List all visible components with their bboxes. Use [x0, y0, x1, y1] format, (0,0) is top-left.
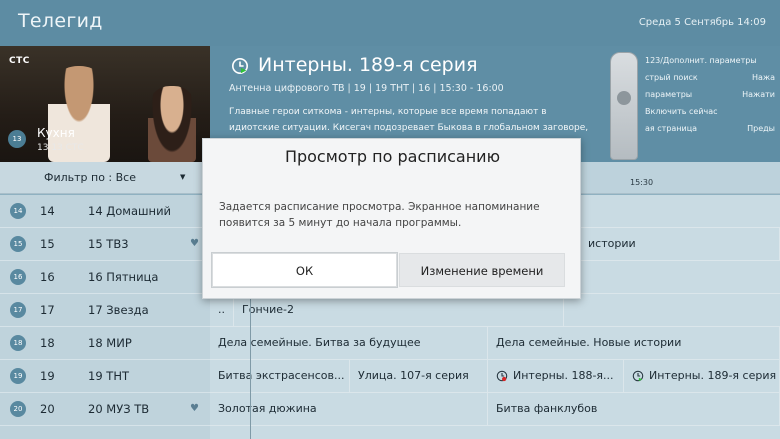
remote-control-icon	[610, 52, 638, 160]
channel-number: 18	[40, 336, 55, 350]
program-title: Интерны. 189-я серия	[649, 369, 777, 382]
program-subtitle: Антенна цифрового ТВ | 19 | 19 ТНТ | 16 …	[229, 83, 504, 94]
channel-name: 17 Звезда	[88, 303, 149, 317]
channel-number: 20	[40, 402, 55, 416]
preview-channel-info: 13 13 СТС	[37, 143, 84, 153]
channel-row[interactable]: 14 14 14 Домашний	[0, 195, 210, 228]
program-cell[interactable]: Золотая дюжина	[210, 393, 488, 425]
program-cell[interactable]: истории	[580, 228, 780, 260]
live-preview[interactable]: СТС 13 Кухня 13 13 СТС	[0, 46, 210, 162]
schedule-clock-icon	[632, 370, 644, 382]
channel-name: 18 МИР	[88, 336, 132, 350]
date-time: Среда 5 Сентябрь 14:09	[638, 17, 766, 28]
program-cell[interactable]: Улица. 107-я серия	[350, 360, 488, 392]
program-description: Главные герои ситкома - интерны, которые…	[229, 107, 589, 133]
channel-badge: 20	[10, 401, 26, 417]
channel-row[interactable]: 20 20 20 МУЗ ТВ ♥	[0, 393, 210, 426]
channel-number: 15	[40, 237, 55, 251]
program-cell[interactable]: Интерны. 189-я серия	[624, 360, 780, 392]
channel-number: 16	[40, 270, 55, 284]
channel-badge: 16	[10, 269, 26, 285]
app-title: Телегид	[18, 10, 103, 32]
dialog-title: Просмотр по расписанию	[284, 147, 501, 166]
schedule-clock-icon	[231, 57, 249, 75]
change-time-button[interactable]: Изменение времени	[399, 253, 565, 287]
remote-hint-row: стрый поиск Нажа	[645, 73, 775, 90]
top-bar: Телегид Среда 5 Сентябрь 14:09	[0, 0, 780, 46]
program-cell[interactable]: Интерны. 188-я...	[488, 360, 624, 392]
favorite-heart-icon: ♥	[190, 238, 199, 249]
channel-row[interactable]: 19 19 19 ТНТ	[0, 360, 210, 393]
channel-row[interactable]: 15 15 15 ТВ3 ♥	[0, 228, 210, 261]
channel-name: 20 МУЗ ТВ	[88, 402, 150, 416]
filter-label: Фильтр по : Все	[44, 171, 137, 184]
program-row: Дела семейные. Битва за будущее Дела сем…	[210, 327, 780, 360]
remote-hint-left: параметры	[645, 90, 693, 99]
ok-button[interactable]: ОК	[212, 253, 397, 287]
program-row: Битва экстрасенсов... Улица. 107-я серия…	[210, 360, 780, 393]
remote-hint-row: Включить сейчас	[645, 107, 775, 124]
channel-name: 15 ТВ3	[88, 237, 129, 251]
dialog-message: Задается расписание просмотра. Экранное …	[219, 201, 540, 229]
channel-number: 19	[40, 369, 55, 383]
channel-name: 19 ТНТ	[88, 369, 129, 383]
program-title: Интерны. 188-я...	[513, 369, 614, 382]
channel-number: 17	[40, 303, 55, 317]
schedule-dialog: Просмотр по расписанию Задается расписан…	[202, 138, 581, 299]
remote-hint-row: 123/Дополнит. параметры	[645, 56, 775, 73]
preview-show-name: Кухня	[37, 126, 75, 140]
remote-hint-right: Нажати	[742, 90, 775, 99]
filter-dropdown[interactable]: Фильтр по : Все ▼	[0, 162, 210, 194]
remote-hint-left: Включить сейчас	[645, 107, 718, 116]
channel-badge: 19	[10, 368, 26, 384]
favorite-heart-icon: ♥	[190, 403, 199, 414]
channel-name: 16 Пятница	[88, 270, 159, 284]
remote-hint-left: стрый поиск	[645, 73, 698, 82]
channel-number: 14	[40, 204, 55, 218]
schedule-clock-icon	[496, 370, 508, 382]
channel-row[interactable]: 17 17 17 Звезда	[0, 294, 210, 327]
program-row: Золотая дюжина Битва фанклубов	[210, 393, 780, 426]
channel-badge: 14	[10, 203, 26, 219]
channel-badge: 13	[8, 130, 26, 148]
program-cell[interactable]: Дела семейные. Битва за будущее	[210, 327, 488, 359]
program-cell[interactable]: Битва экстрасенсов...	[210, 360, 350, 392]
remote-hints: 123/Дополнит. параметры стрый поиск Нажа …	[645, 56, 775, 141]
program-title: Интерны. 189-я серия	[258, 54, 478, 76]
time-label: 15:30	[630, 178, 654, 187]
remote-hint-right: Преды	[747, 124, 775, 133]
remote-hint-left: ая страница	[645, 124, 698, 133]
program-cell[interactable]: Битва фанклубов	[488, 393, 780, 425]
channel-badge: 17	[10, 302, 26, 318]
channel-logo: СТС	[9, 56, 30, 66]
remote-hint-row: параметры Нажати	[645, 90, 775, 107]
channel-list: 14 14 14 Домашний 15 15 15 ТВ3 ♥ 16 16 1…	[0, 195, 210, 439]
channel-badge: 18	[10, 335, 26, 351]
remote-hint-left: 123/Дополнит. параметры	[645, 56, 757, 65]
channel-row[interactable]: 18 18 18 МИР	[0, 327, 210, 360]
remote-hint-row: ая страница Преды	[645, 124, 775, 141]
channel-row[interactable]: 16 16 16 Пятница	[0, 261, 210, 294]
channel-name: 14 Домашний	[88, 204, 172, 218]
program-cell[interactable]: Дела семейные. Новые истории	[488, 327, 780, 359]
preview-figure-woman	[148, 86, 196, 162]
channel-badge: 15	[10, 236, 26, 252]
remote-hint-right: Нажа	[751, 73, 775, 82]
dropdown-caret-icon: ▼	[180, 173, 186, 181]
remote-dpad-icon	[617, 91, 631, 105]
